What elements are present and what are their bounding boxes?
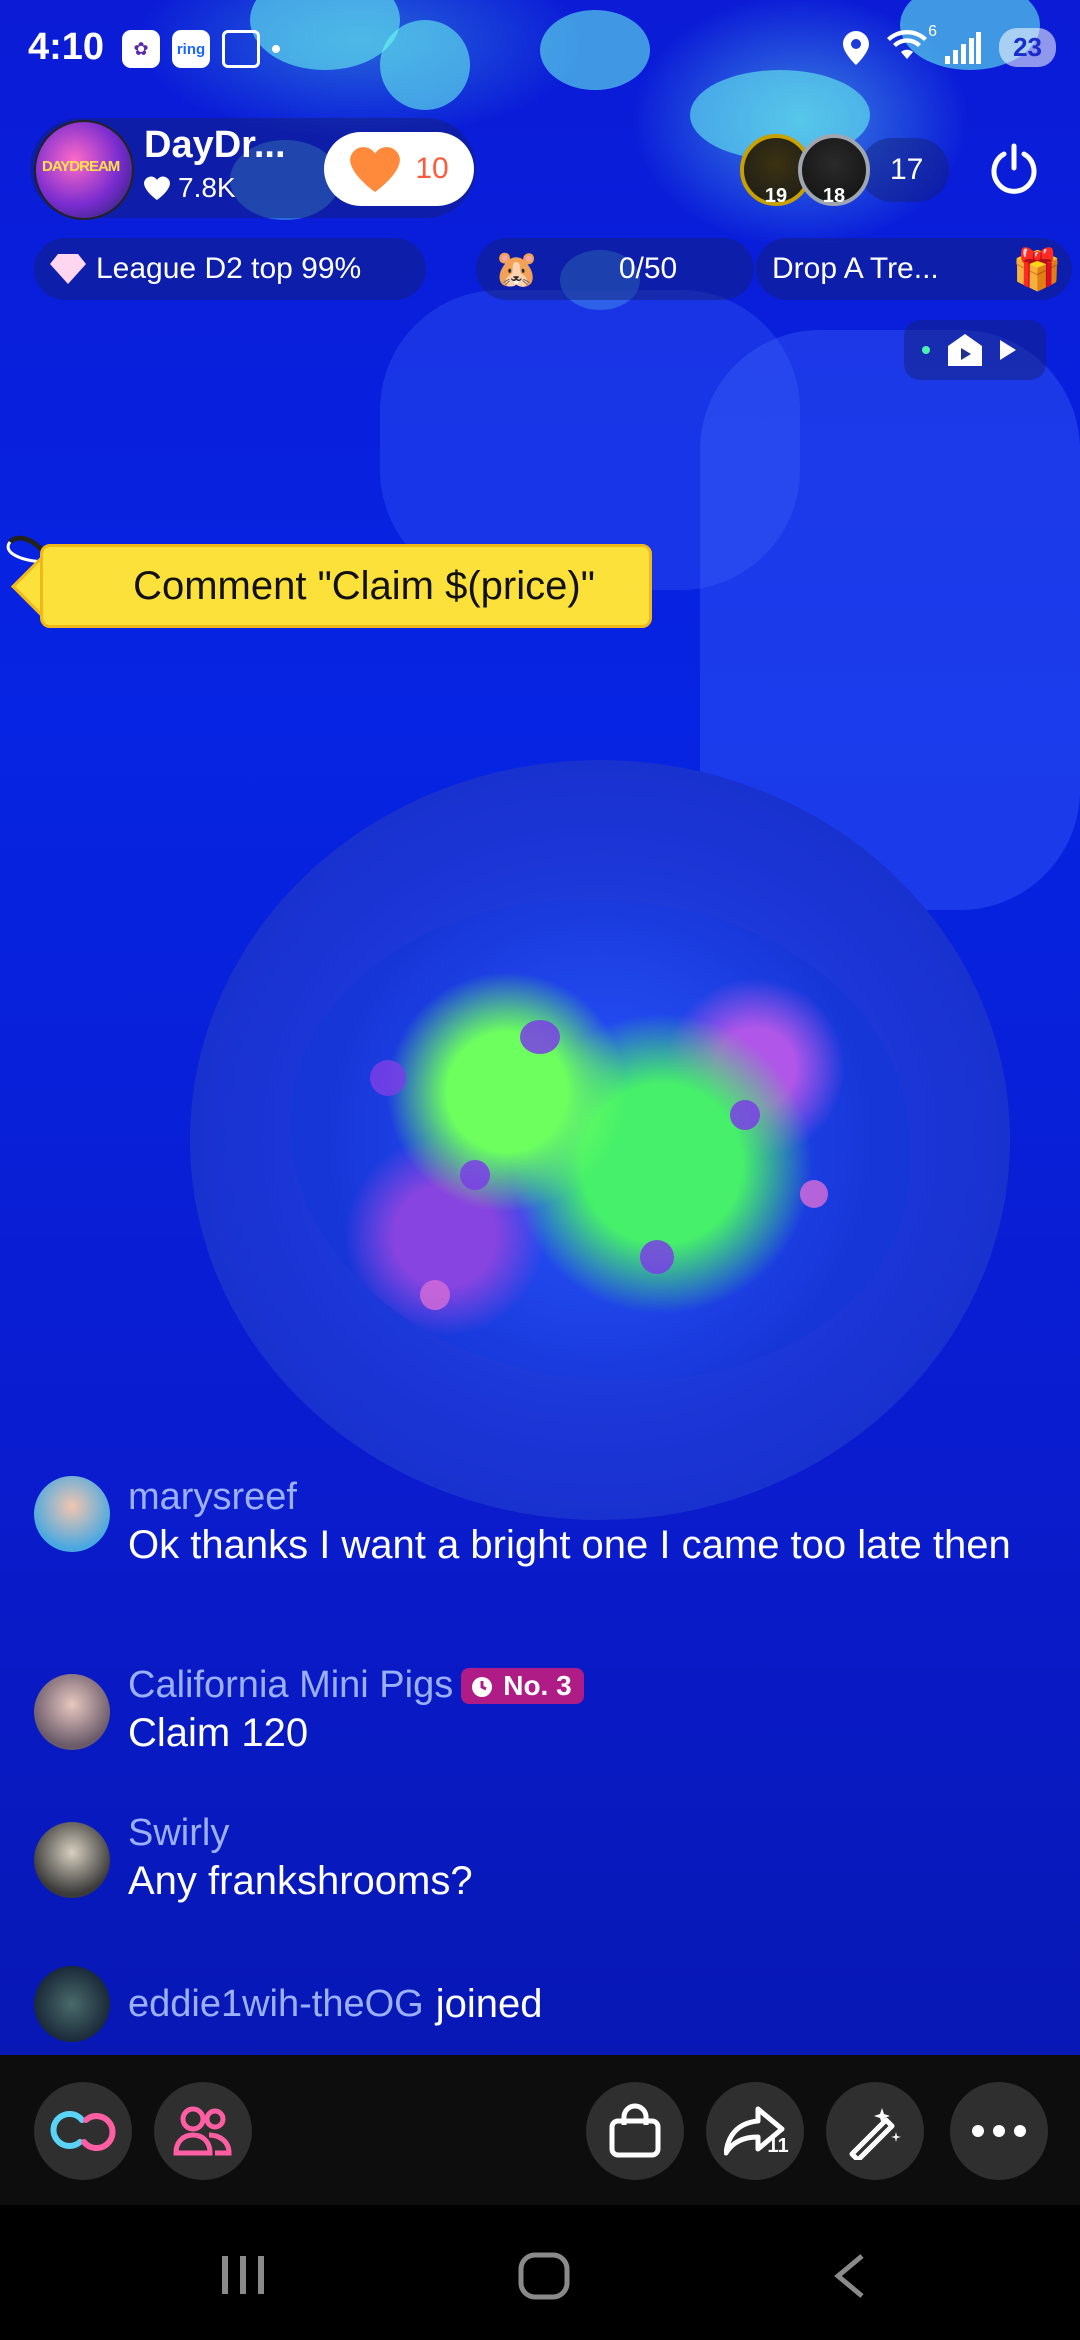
share-count: 11 xyxy=(767,2134,789,2157)
joiner-avatar[interactable] xyxy=(34,1966,110,2042)
commenter-name[interactable]: marysreef xyxy=(128,1476,1011,1519)
live-dot xyxy=(922,346,930,354)
comment-text: Any frankshrooms? xyxy=(128,1859,473,1903)
top-viewer-rank-1: 19 xyxy=(764,185,788,207)
home-icon[interactable] xyxy=(518,2252,570,2300)
top-viewer-rank-2: 18 xyxy=(822,185,846,207)
top-viewers[interactable]: 19 18 17 xyxy=(740,134,950,207)
more-button[interactable] xyxy=(950,2082,1048,2180)
drop-treasure-label: Drop A Tre... xyxy=(772,252,939,285)
joiner-name[interactable]: eddie1wih-theOG xyxy=(128,1978,424,2030)
join-notice: eddie1wih-theOG joined xyxy=(34,1966,1034,2042)
host-logo-text: DAYDREAM xyxy=(42,158,120,175)
host-likes: 7.8K xyxy=(144,172,236,204)
share-button[interactable]: 11 xyxy=(706,2082,804,2180)
shopping-bag-icon xyxy=(609,2103,661,2158)
power-icon[interactable] xyxy=(986,140,1042,196)
commenter-name[interactable]: California Mini Pigs xyxy=(128,1664,453,1707)
back-icon[interactable] xyxy=(832,2252,866,2300)
league-pill[interactable]: League D2 top 99% xyxy=(34,238,426,300)
alarm-clock-icon xyxy=(472,1676,493,1697)
host-likes-count: 7.8K xyxy=(178,172,236,203)
status-app-icons: ✿ ring xyxy=(122,30,280,68)
host-avatar[interactable]: DAYDREAM xyxy=(34,120,134,220)
commenter-avatar[interactable] xyxy=(34,1476,110,1552)
follow-button[interactable]: 10 xyxy=(324,132,474,206)
commenter-name-row[interactable]: California Mini Pigs No. 3 xyxy=(128,1664,584,1707)
viewer-count[interactable]: 17 xyxy=(860,138,950,202)
home-play-icon xyxy=(948,334,982,366)
battery-indicator: 23 xyxy=(999,28,1056,67)
link-icon xyxy=(50,2110,116,2152)
magic-wand-icon xyxy=(849,2108,901,2160)
location-icon xyxy=(843,30,870,65)
more-dots-icon xyxy=(972,2125,1026,2137)
more-notifications-dot xyxy=(272,45,280,53)
comment-text: Claim 120 xyxy=(128,1711,309,1755)
taco-bell-icon: ✿ xyxy=(122,30,160,68)
rank-badge-label: No. 3 xyxy=(503,1669,572,1701)
drop-treasure-pill[interactable]: Drop A Tre... 🎁 xyxy=(756,238,1072,300)
multi-guest-button[interactable] xyxy=(34,2082,132,2180)
heart-fill-icon xyxy=(350,147,401,192)
treasure-chest-icon: 🎁 xyxy=(1012,247,1062,292)
goal-progress: 0/50 xyxy=(618,252,678,285)
guests-button[interactable] xyxy=(154,2082,252,2180)
comment-item[interactable]: California Mini Pigs No. 3 Claim 120 xyxy=(34,1664,1034,1759)
ring-icon: ring xyxy=(172,30,210,68)
commenter-avatar[interactable] xyxy=(34,1822,110,1898)
play-arrow-icon xyxy=(1000,340,1016,360)
people-icon xyxy=(173,2106,232,2156)
joined-label: joined xyxy=(435,1982,543,2026)
recent-apps-icon[interactable] xyxy=(218,2252,268,2298)
wifi-badge: 6 xyxy=(928,23,938,40)
goal-pill[interactable]: 🐹 0/50 xyxy=(476,238,754,300)
hamster-icon: 🐹 xyxy=(494,248,539,289)
host-name[interactable]: DayDr... xyxy=(144,124,286,167)
commenter-name[interactable]: Swirly xyxy=(128,1812,473,1855)
top-viewer-avatar-2[interactable]: 18 xyxy=(798,134,870,207)
signal-icon xyxy=(945,31,982,64)
claim-instruction: Comment "Claim $(price)" xyxy=(40,544,652,628)
status-time: 4:10 xyxy=(28,26,105,68)
comment-text: Ok thanks I want a bright one I came too… xyxy=(128,1523,1011,1567)
scan-icon xyxy=(222,30,260,68)
comment-item[interactable]: Swirly Any frankshrooms? xyxy=(34,1812,1034,1907)
live-controls[interactable] xyxy=(904,320,1046,380)
shop-button[interactable] xyxy=(586,2082,684,2180)
heart-icon xyxy=(144,176,170,200)
comment-item[interactable]: marysreef Ok thanks I want a bright one … xyxy=(34,1476,1034,1571)
status-right: 6 23 xyxy=(843,23,1056,67)
rank-badge: No. 3 xyxy=(461,1667,584,1704)
diamond-icon xyxy=(50,254,86,284)
league-label: League D2 top 99% xyxy=(96,252,362,285)
effects-button[interactable] xyxy=(826,2082,924,2180)
wifi-icon: 6 xyxy=(887,23,937,66)
status-bar: 4:10 ✿ ring 6 23 xyxy=(0,0,1080,100)
follow-count: 10 xyxy=(415,152,449,185)
commenter-avatar[interactable] xyxy=(34,1674,110,1750)
